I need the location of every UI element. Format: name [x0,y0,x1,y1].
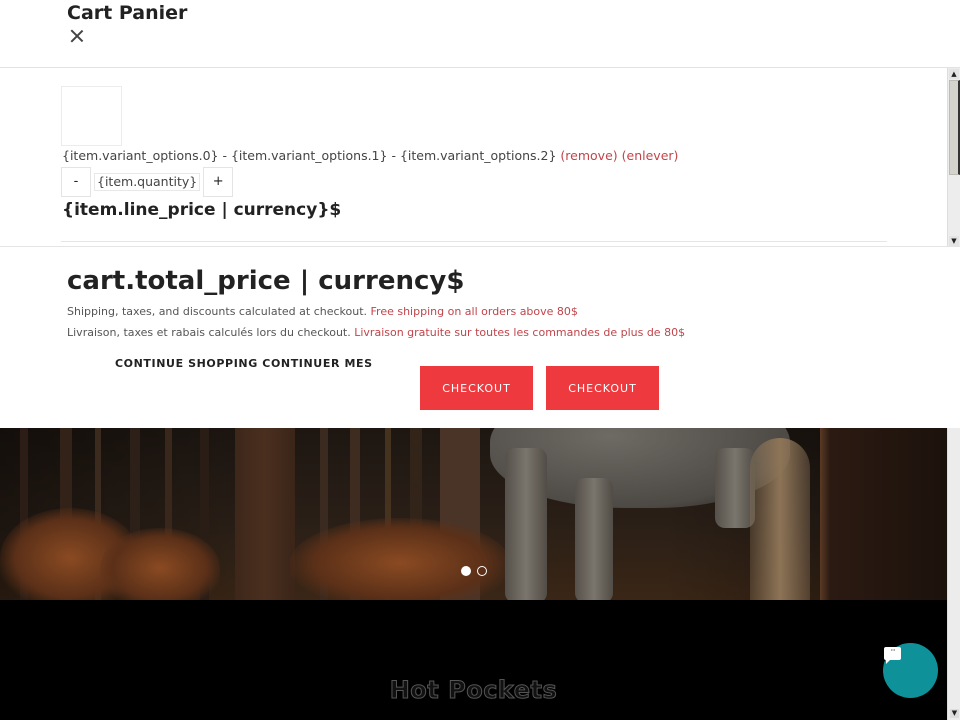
item-divider [61,241,887,242]
cart-items-scrollbar[interactable]: ▲ ▼ [947,68,960,246]
slide-dot-2[interactable] [477,566,487,576]
cart-total-price: cart.total_price | currency$ [67,266,465,296]
variant-separator: - [218,148,231,163]
chat-icon: ··· [884,647,901,664]
item-image[interactable] [61,86,122,146]
free-shipping-note-fr: Livraison gratuite sur toutes les comman… [354,326,686,339]
item-variant-options: {item.variant_options.0} - {item.variant… [62,148,678,163]
cart-header: Cart Panier [0,0,960,68]
cart-drawer: Cart Panier {item.variant_options.0} - {… [0,0,960,428]
remove-item-link[interactable]: (remove) [560,148,617,163]
shipping-note-text: Shipping, taxes, and discounts calculate… [67,305,368,318]
cart-title: Cart Panier [67,2,188,24]
scrollbar-thumb[interactable] [949,80,960,175]
free-shipping-note: Free shipping on all orders above 80$ [370,305,578,318]
continue-shopping-link[interactable]: CONTINUE SHOPPING CONTINUER MES [115,357,373,370]
scroll-down-arrow-icon[interactable]: ▼ [949,236,959,246]
page-scrollbar[interactable]: ▼ [947,428,960,720]
slideshow-dots [461,566,487,576]
decrement-button[interactable]: - [61,167,91,197]
item-line-price: {item.line_price | currency}$ [62,200,342,220]
scroll-up-arrow-icon[interactable]: ▲ [949,69,959,79]
variant-separator: - [387,148,400,163]
variant-option-1: {item.variant_options.1} [230,148,388,163]
increment-button[interactable]: + [203,167,234,197]
section-title: Hot Pockets [389,676,558,705]
variant-option-0: {item.variant_options.0} [62,148,219,163]
close-icon[interactable] [68,27,86,45]
shipping-note-en: Shipping, taxes, and discounts calculate… [67,305,578,318]
remove-item-link-fr[interactable]: (enlever) [622,148,679,163]
variant-option-2: {item.variant_options.2} [399,148,557,163]
checkout-button[interactable]: CHECKOUT [420,366,533,410]
scroll-down-arrow-icon[interactable]: ▼ [950,709,959,718]
checkout-button-fr[interactable]: CHECKOUT [546,366,659,410]
slide-dot-1[interactable] [461,566,471,576]
quantity-input[interactable]: {item.quantity} [94,173,201,191]
cart-items-list: {item.variant_options.0} - {item.variant… [0,68,960,247]
shipping-note-text-fr: Livraison, taxes et rabais calculés lors… [67,326,351,339]
shipping-note-fr: Livraison, taxes et rabais calculés lors… [67,326,685,339]
quantity-stepper: - {item.quantity} + [61,167,234,197]
cart-footer: cart.total_price | currency$ Shipping, t… [0,248,960,428]
